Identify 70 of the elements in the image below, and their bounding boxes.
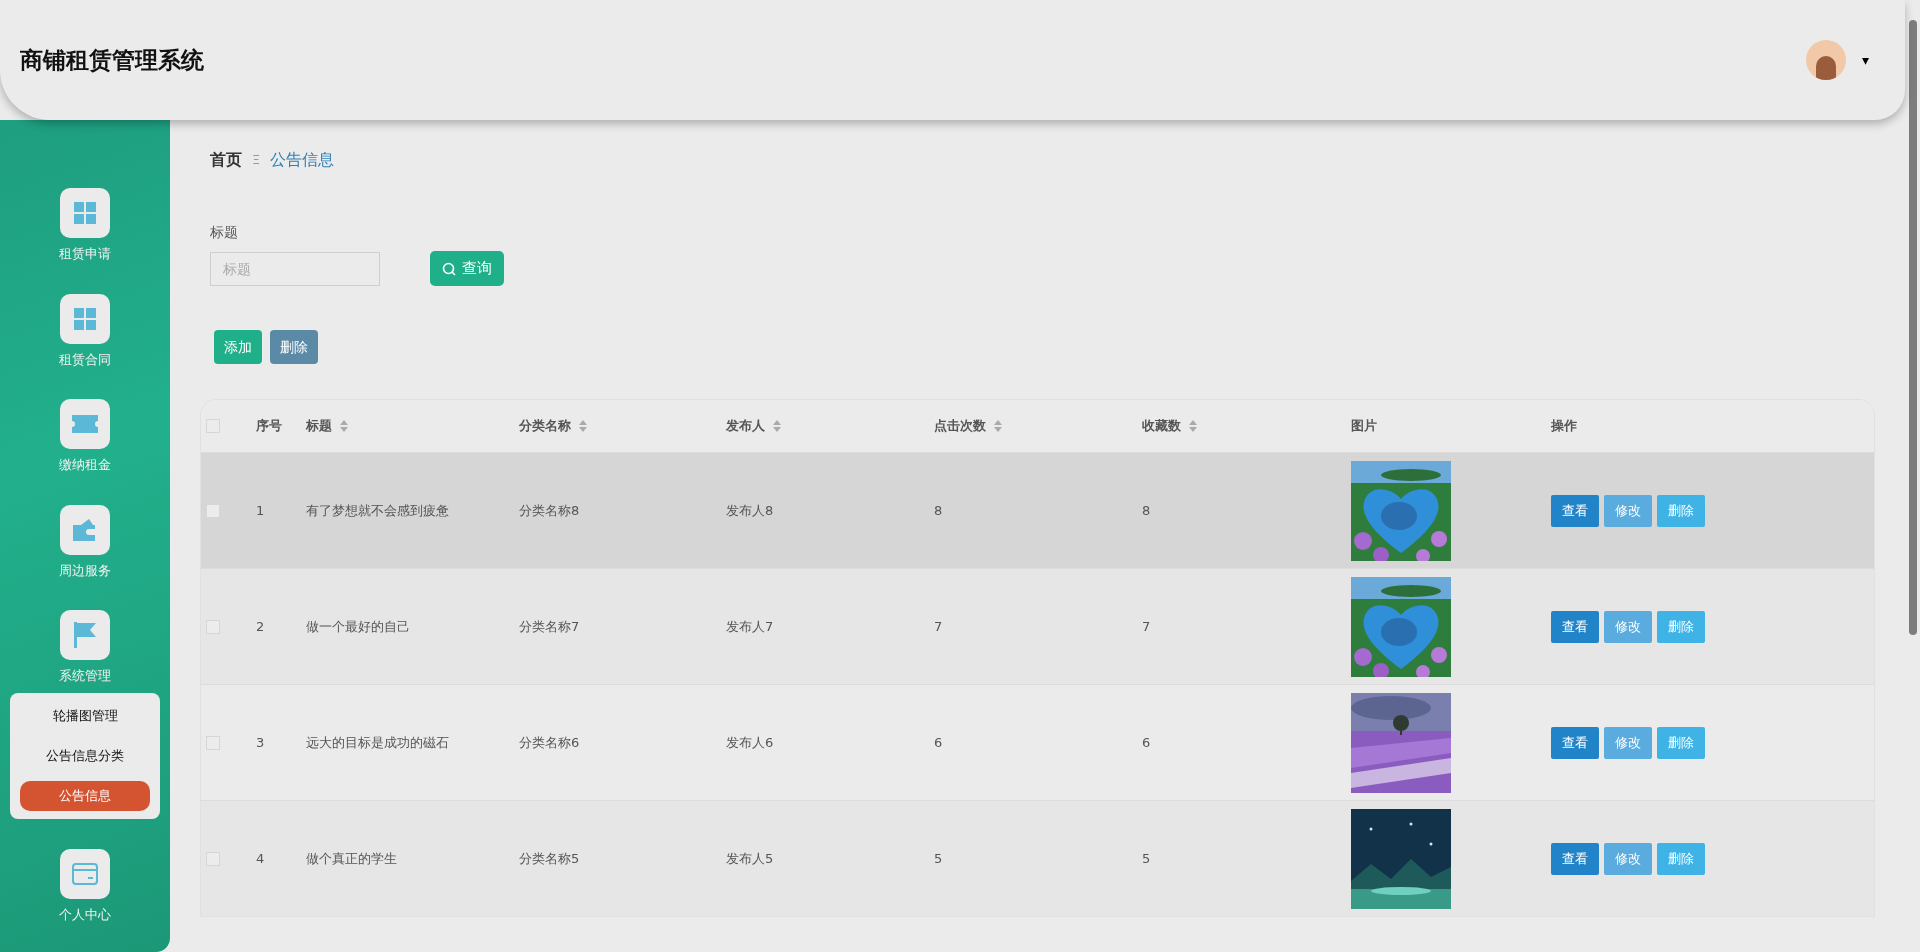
search-icon xyxy=(442,261,456,276)
delete-button[interactable]: 删除 xyxy=(1657,610,1705,643)
table-cell-text: 发布人5 xyxy=(726,849,775,868)
table-cell-text: 1 xyxy=(256,501,266,520)
avatar[interactable] xyxy=(1805,40,1846,80)
table-cell-text: 做一个最好的自己 xyxy=(306,617,411,636)
breadcrumb-home[interactable]: 首页 xyxy=(210,148,242,172)
add-button[interactable]: 添加 xyxy=(214,330,262,364)
column-header[interactable]: 发布人 xyxy=(726,416,781,436)
table-cell-text: 分类名称5 xyxy=(519,849,581,868)
table-cell-text: 分类名称6 xyxy=(519,733,581,752)
view-button[interactable]: 查看 xyxy=(1551,726,1599,759)
column-header: 操作 xyxy=(1551,417,1577,436)
table-cell-text: 5 xyxy=(934,849,944,868)
column-header[interactable]: 收藏数 xyxy=(1142,416,1197,436)
column-header[interactable]: 点击次数 xyxy=(934,416,1002,436)
column-header[interactable]: 标题 xyxy=(306,416,348,436)
table-cell-text: 8 xyxy=(934,501,944,520)
app-title: 商铺租赁管理系统 xyxy=(20,45,204,75)
user-menu-caret[interactable]: ▾ xyxy=(1861,49,1869,71)
table-cell-text: 7 xyxy=(1142,617,1152,636)
breadcrumb-current[interactable]: 公告信息 xyxy=(270,148,335,172)
sort-icon[interactable] xyxy=(1189,420,1197,432)
delete-button[interactable]: 删除 xyxy=(1657,726,1705,759)
sort-icon[interactable] xyxy=(994,420,1002,432)
edit-button[interactable]: 修改 xyxy=(1604,494,1652,527)
search-label: 标题 xyxy=(210,223,239,242)
table-cell-text: 远大的目标是成功的磁石 xyxy=(306,733,450,752)
column-header[interactable]: 分类名称 xyxy=(519,416,587,436)
column-header: 序号 xyxy=(256,417,282,436)
ticket-icon xyxy=(72,415,98,433)
wallet-icon xyxy=(73,518,97,541)
flag-icon xyxy=(74,622,96,648)
submenu-item[interactable]: 公告信息分类 xyxy=(20,740,150,771)
edit-button[interactable]: 修改 xyxy=(1604,610,1652,643)
table-cell-text: 3 xyxy=(256,733,266,752)
sort-icon[interactable] xyxy=(773,420,781,432)
edit-button[interactable]: 修改 xyxy=(1604,842,1652,875)
column-header: 图片 xyxy=(1351,417,1377,436)
view-button[interactable]: 查看 xyxy=(1551,610,1599,643)
grid-icon xyxy=(74,307,96,330)
sort-icon[interactable] xyxy=(340,420,348,432)
table-cell-text: 2 xyxy=(256,617,266,636)
table-cell-text: 发布人6 xyxy=(726,733,775,752)
breadcrumb-separator: Ξ xyxy=(252,151,261,170)
card-icon xyxy=(72,862,98,885)
submenu-item[interactable]: 公告信息 xyxy=(20,780,150,811)
delete-button[interactable]: 删除 xyxy=(1657,842,1705,875)
grid-icon xyxy=(74,202,96,224)
table-cell-text: 有了梦想就不会感到疲惫 xyxy=(306,501,450,520)
edit-button[interactable]: 修改 xyxy=(1604,726,1652,759)
table-cell-text: 4 xyxy=(256,849,266,868)
submenu-item[interactable]: 轮播图管理 xyxy=(20,700,150,731)
table-cell-text: 6 xyxy=(1142,733,1152,752)
search-button[interactable]: 查询 xyxy=(430,251,504,286)
view-button[interactable]: 查看 xyxy=(1551,494,1599,527)
delete-button[interactable]: 删除 xyxy=(1657,494,1705,527)
table-cell-text: 7 xyxy=(934,617,944,636)
table-cell-text: 5 xyxy=(1142,849,1152,868)
title-search-field[interactable]: 标题 xyxy=(210,251,380,286)
sort-icon[interactable] xyxy=(579,420,587,432)
table-cell-text: 8 xyxy=(1142,501,1152,520)
table-cell-text: 分类名称7 xyxy=(519,617,581,636)
table-cell-text: 做个真正的学生 xyxy=(306,849,398,868)
table-cell-text: 发布人8 xyxy=(726,501,775,520)
view-button[interactable]: 查看 xyxy=(1551,842,1599,875)
table-cell-text: 6 xyxy=(934,733,944,752)
table-cell-text: 发布人7 xyxy=(726,617,775,636)
delete-button[interactable]: 删除 xyxy=(270,330,318,364)
table-cell-text: 分类名称8 xyxy=(519,501,581,520)
